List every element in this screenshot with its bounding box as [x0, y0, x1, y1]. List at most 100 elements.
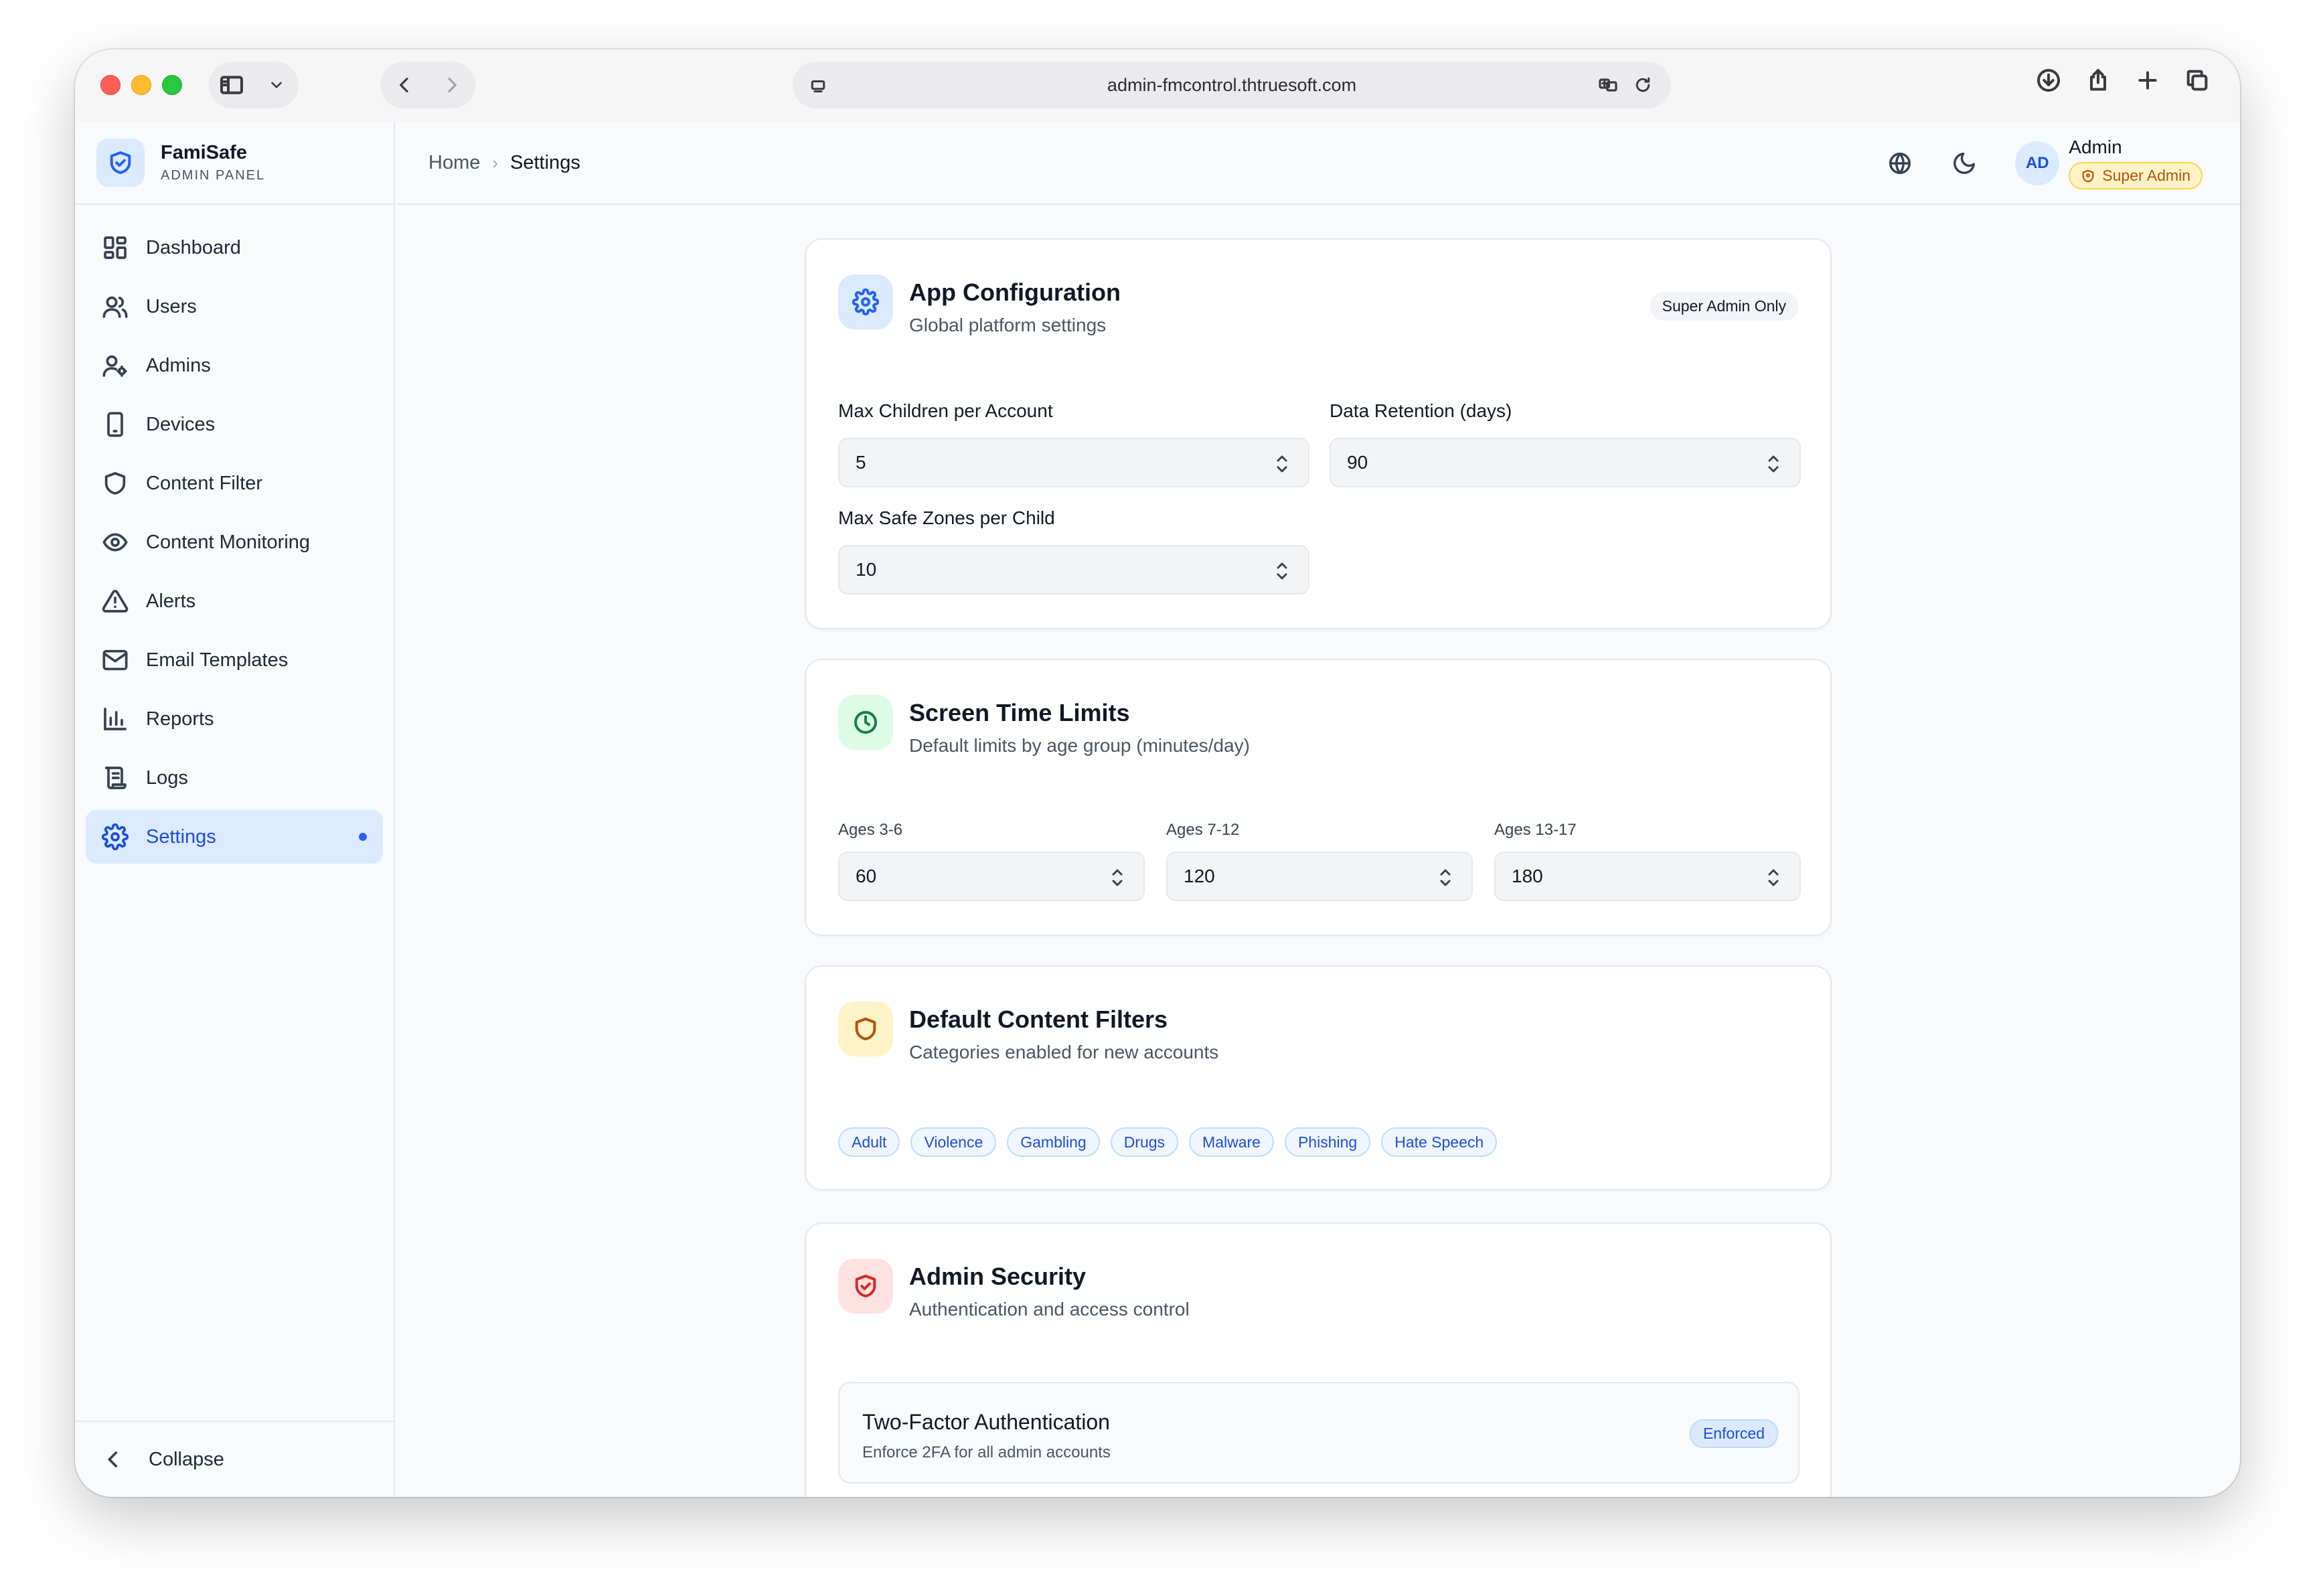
main-content: App Configuration Global platform settin…	[396, 206, 2240, 1497]
breadcrumb-separator-icon: ›	[492, 152, 499, 173]
filter-chip-violence[interactable]: Violence	[910, 1127, 997, 1157]
history-nav-group	[380, 62, 475, 108]
two-factor-description: Enforce 2FA for all admin accounts	[862, 1443, 1111, 1461]
age-13-17-limit-input[interactable]: 180	[1494, 852, 1801, 901]
sidebar-item-logs[interactable]: Logs	[86, 751, 383, 805]
brand-subtitle: ADMIN PANEL	[161, 168, 266, 183]
device-icon	[107, 412, 123, 437]
shield-check-icon	[838, 1259, 893, 1313]
filter-category-list: Adult Violence Gambling Drugs Malware Ph…	[838, 1127, 1498, 1157]
stepper-icon[interactable]	[1107, 866, 1127, 889]
maximize-window-button[interactable]	[162, 75, 182, 95]
age-7-12-limit-input[interactable]: 120	[1166, 852, 1473, 901]
minimize-window-button[interactable]	[131, 75, 151, 95]
shield-icon	[838, 1002, 893, 1056]
users-icon	[102, 296, 128, 318]
sidebar-item-reports[interactable]: Reports	[86, 692, 383, 746]
avatar[interactable]: AD	[2015, 141, 2060, 185]
sidebar-item-label: Users	[146, 295, 197, 317]
gear-icon	[102, 823, 129, 850]
sidebar-item-content-filter[interactable]: Content Filter	[86, 457, 383, 510]
sidebar-item-devices[interactable]: Devices	[86, 398, 383, 451]
max-children-label: Max Children per Account	[838, 400, 1053, 421]
shield-check-logo-icon	[96, 139, 145, 187]
filter-chip-gambling[interactable]: Gambling	[1007, 1127, 1100, 1157]
address-bar[interactable]: admin-fmcontrol.thtruesoft.com	[793, 62, 1671, 108]
forward-arrow-icon[interactable]	[437, 70, 467, 100]
stepper-icon[interactable]	[1763, 453, 1783, 475]
card-subtitle: Categories enabled for new accounts	[909, 1042, 1219, 1062]
sidebar-item-label: Dashboard	[146, 236, 241, 258]
two-factor-title: Two-Factor Authentication	[862, 1410, 1110, 1434]
moon-icon	[1953, 152, 1976, 174]
filter-chip-adult[interactable]: Adult	[838, 1127, 900, 1157]
tab-overview-icon[interactable]	[2182, 66, 2212, 95]
sidebar-item-users[interactable]: Users	[86, 280, 383, 333]
theme-toggle-button[interactable]	[1940, 139, 1988, 187]
sidebar-nav: Dashboard Users Admins Devices Content F…	[75, 205, 394, 885]
browser-window: admin-fmcontrol.thtruesoft.com FamiSafe …	[75, 50, 2240, 1497]
card-subtitle: Authentication and access control	[909, 1299, 1190, 1320]
url-text: admin-fmcontrol.thtruesoft.com	[1107, 74, 1357, 95]
window-controls	[100, 75, 182, 95]
admins-icon	[102, 355, 127, 377]
chevron-down-icon[interactable]	[262, 70, 291, 100]
filter-chip-drugs[interactable]: Drugs	[1110, 1127, 1179, 1157]
two-factor-auth-row: Two-Factor Authentication Enforce 2FA fo…	[838, 1382, 1800, 1484]
collapse-sidebar-button[interactable]: Collapse	[75, 1421, 394, 1497]
default-content-filters-card: Default Content Filters Categories enabl…	[805, 965, 1832, 1190]
max-safe-zones-label: Max Safe Zones per Child	[838, 507, 1055, 528]
filter-chip-hate-speech[interactable]: Hate Speech	[1381, 1127, 1498, 1157]
data-retention-input[interactable]: 90	[1330, 438, 1801, 487]
age-3-6-limit-input[interactable]: 60	[838, 852, 1145, 901]
sidebar-item-label: Settings	[146, 825, 216, 848]
sidebar-item-label: Reports	[146, 708, 214, 730]
new-tab-icon[interactable]	[2133, 66, 2162, 95]
gear-icon	[838, 274, 893, 329]
sidebar-item-email-templates[interactable]: Email Templates	[86, 633, 383, 687]
language-button[interactable]	[1876, 139, 1924, 187]
max-safe-zones-input[interactable]: 10	[838, 545, 1309, 594]
age-group-label: Ages 7-12	[1166, 821, 1240, 839]
max-children-input[interactable]: 5	[838, 438, 1309, 487]
share-icon[interactable]	[2083, 66, 2113, 95]
sidebar-item-alerts[interactable]: Alerts	[86, 574, 383, 628]
data-retention-label: Data Retention (days)	[1330, 400, 1512, 421]
filter-chip-malware[interactable]: Malware	[1189, 1127, 1274, 1157]
downloads-icon[interactable]	[2034, 66, 2063, 95]
dashboard-icon	[104, 236, 127, 259]
sidebar-toggle-icon[interactable]	[217, 70, 246, 100]
sidebar-item-content-monitoring[interactable]: Content Monitoring	[86, 515, 383, 569]
user-menu[interactable]: Admin Super Admin	[2069, 137, 2203, 189]
role-label: Super Admin	[2102, 167, 2190, 184]
stepper-icon[interactable]	[1272, 560, 1292, 582]
stepper-icon[interactable]	[1272, 453, 1292, 475]
back-arrow-icon[interactable]	[390, 70, 419, 100]
shield-icon	[2082, 169, 2094, 182]
brand: FamiSafe ADMIN PANEL	[75, 122, 394, 205]
breadcrumb-home-link[interactable]: Home	[428, 152, 480, 174]
active-indicator-dot	[359, 833, 367, 841]
stepper-icon[interactable]	[1763, 866, 1783, 889]
browser-toolbar: admin-fmcontrol.thtruesoft.com	[75, 50, 2240, 122]
card-title: Default Content Filters	[909, 1006, 1168, 1033]
sidebar-item-dashboard[interactable]: Dashboard	[86, 221, 383, 274]
sidebar-toggle-group[interactable]	[209, 62, 299, 108]
translate-icon[interactable]	[1593, 70, 1623, 100]
filter-chip-phishing[interactable]: Phishing	[1284, 1127, 1371, 1157]
admin-security-card: Admin Security Authentication and access…	[805, 1222, 1832, 1497]
sidebar-item-label: Alerts	[146, 590, 196, 612]
app-configuration-card: App Configuration Global platform settin…	[805, 238, 1832, 629]
scroll-icon	[104, 767, 127, 789]
screen-time-limits-card: Screen Time Limits Default limits by age…	[805, 659, 1832, 936]
age-group-label: Ages 13-17	[1494, 821, 1577, 839]
reload-icon[interactable]	[1628, 70, 1658, 100]
page-menu-icon[interactable]	[803, 72, 833, 101]
card-subtitle: Global platform settings	[909, 315, 1107, 335]
stepper-icon[interactable]	[1435, 866, 1455, 889]
close-window-button[interactable]	[100, 75, 121, 95]
sidebar-item-label: Content Monitoring	[146, 531, 311, 553]
clock-icon	[838, 695, 893, 750]
sidebar-item-admins[interactable]: Admins	[86, 339, 383, 392]
sidebar-item-settings[interactable]: Settings	[86, 810, 383, 864]
